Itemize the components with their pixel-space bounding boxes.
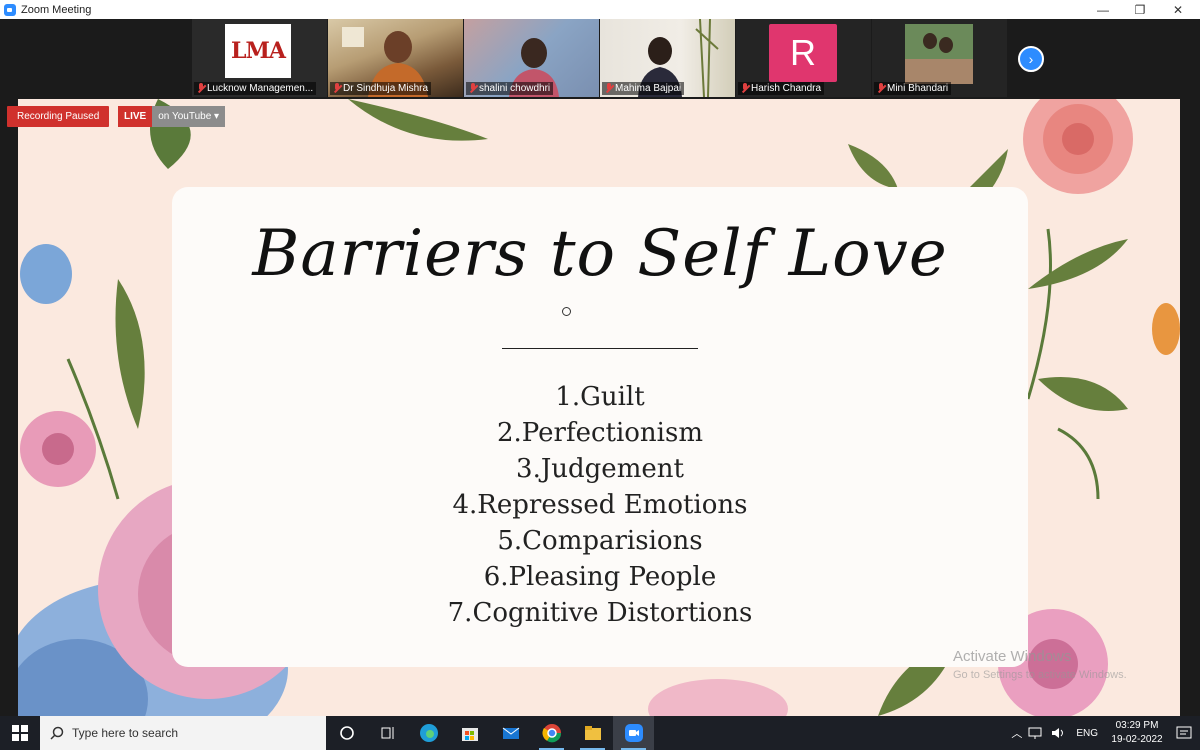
system-tray: ︿ ENG 03:29 PM 19-02-2022 xyxy=(1011,716,1200,750)
start-button[interactable] xyxy=(0,716,40,750)
taskbar-app-zoom[interactable] xyxy=(613,716,654,750)
taskbar-app-store[interactable] xyxy=(449,716,490,750)
clock-date: 19-02-2022 xyxy=(1111,734,1163,745)
mic-muted-icon xyxy=(605,83,613,94)
language-indicator[interactable]: ENG xyxy=(1076,728,1098,739)
cortana-icon xyxy=(339,726,354,740)
zoom-logo-icon xyxy=(4,3,16,16)
zoom-icon xyxy=(624,724,643,742)
list-item: 6.Pleasing People xyxy=(483,562,717,592)
list-item: 4.Repressed Emotions xyxy=(452,490,748,520)
search-icon xyxy=(50,726,64,740)
participant-name: Dr Sindhuja Mishra xyxy=(330,82,432,95)
taskbar-app-mail[interactable] xyxy=(490,716,531,750)
slide-panel: Barriers to Self Love 1.Guilt 2.Perfecti… xyxy=(172,187,1028,667)
list-item: 5.Comparisions xyxy=(497,526,703,556)
chrome-icon xyxy=(541,724,561,743)
close-button[interactable]: ✕ xyxy=(1160,0,1196,19)
meeting-area: LMA Lucknow Managemen... Dr Sindhuja Mis… xyxy=(0,19,1200,716)
restore-button[interactable]: ❐ xyxy=(1122,0,1158,19)
mic-muted-icon xyxy=(469,83,477,94)
mic-muted-icon xyxy=(197,83,205,94)
participant-tile[interactable]: Mahima Bajpai xyxy=(600,19,735,97)
participant-name-text: Mahima Bajpai xyxy=(615,83,682,94)
participant-name-text: shalini chowdhri xyxy=(479,83,551,94)
participant-name-text: Lucknow Managemen... xyxy=(207,83,314,94)
task-view-icon xyxy=(381,727,393,739)
list-item: 7.Cognitive Distortions xyxy=(447,598,753,628)
mic-muted-icon xyxy=(333,83,341,94)
store-icon xyxy=(461,728,478,741)
participant-name: shalini chowdhri xyxy=(466,82,554,95)
windows-logo-icon xyxy=(12,725,28,741)
participant-tile[interactable]: LMA Lucknow Managemen... xyxy=(192,19,327,97)
title-divider xyxy=(502,348,698,349)
window-title: Zoom Meeting xyxy=(21,3,92,16)
zoom-window: Zoom Meeting — ❐ ✕ LMA Lucknow Managemen… xyxy=(0,0,1200,750)
gallery-strip: LMA Lucknow Managemen... Dr Sindhuja Mis… xyxy=(192,19,1008,99)
list-item: 2.Perfectionism xyxy=(497,418,703,448)
participant-name: Mahima Bajpai xyxy=(602,82,685,95)
platform-text: on YouTube xyxy=(158,111,212,122)
activate-windows-subtext: Go to Settings to activate Windows. xyxy=(953,669,1127,681)
recording-status-badge[interactable]: Recording Paused xyxy=(7,106,110,127)
barrier-list: 1.Guilt 2.Perfectionism 3.Judgement 4.Re… xyxy=(172,379,1028,631)
minimize-button[interactable]: — xyxy=(1085,0,1121,19)
lma-logo: LMA xyxy=(225,24,291,78)
mouse-cursor-icon xyxy=(562,307,571,316)
mic-muted-icon xyxy=(877,83,885,94)
gallery-next-button[interactable]: › xyxy=(1018,46,1044,72)
title-bar: Zoom Meeting — ❐ ✕ xyxy=(0,0,1200,19)
taskbar-clock[interactable]: 03:29 PM 19-02-2022 xyxy=(1106,719,1168,747)
participant-tile[interactable]: R Harish Chandra xyxy=(736,19,871,97)
participant-name-text: Harish Chandra xyxy=(751,83,822,94)
chevron-down-icon: ▾ xyxy=(214,111,220,122)
list-item: 3.Judgement xyxy=(516,454,684,484)
chevron-up-icon[interactable]: ︿ xyxy=(1011,725,1022,741)
activate-windows-watermark: Activate Windows xyxy=(953,648,1072,665)
live-stream-badge[interactable]: LIVE on YouTube ▾ xyxy=(118,106,226,127)
mic-muted-icon xyxy=(741,83,749,94)
notification-icon[interactable] xyxy=(1168,725,1200,741)
participant-tile[interactable]: Mini Bhandari xyxy=(872,19,1007,97)
volume-icon[interactable] xyxy=(1050,726,1066,740)
avatar: R xyxy=(769,24,837,82)
windows-taskbar: Type here to search ︿ ENG 03:29 PM 19-02… xyxy=(0,716,1200,750)
participant-name: Mini Bhandari xyxy=(874,82,952,95)
taskbar-search-box[interactable]: Type here to search xyxy=(40,716,326,750)
shared-screen: Barriers to Self Love 1.Guilt 2.Perfecti… xyxy=(18,99,1180,716)
lma-logo-text: LMA xyxy=(231,38,286,64)
participant-name: Harish Chandra xyxy=(738,82,825,95)
task-view-button[interactable] xyxy=(367,716,408,750)
taskbar-app-chrome[interactable] xyxy=(531,716,572,750)
search-placeholder: Type here to search xyxy=(72,726,179,740)
participant-name: Lucknow Managemen... xyxy=(194,82,317,95)
participant-name-text: Dr Sindhuja Mishra xyxy=(343,83,429,94)
list-item: 1.Guilt xyxy=(555,382,645,412)
participant-name-text: Mini Bhandari xyxy=(887,83,949,94)
folder-icon xyxy=(584,726,601,740)
network-icon[interactable] xyxy=(1028,726,1044,740)
live-platform-label[interactable]: on YouTube ▾ xyxy=(152,106,226,127)
participant-tile-active[interactable]: Dr Sindhuja Mishra xyxy=(328,19,463,97)
taskbar-app-edge[interactable] xyxy=(408,716,449,750)
cortana-button[interactable] xyxy=(326,716,367,750)
clock-time: 03:29 PM xyxy=(1115,720,1159,731)
participant-tile[interactable]: shalini chowdhri xyxy=(464,19,599,97)
live-label: LIVE xyxy=(118,106,153,127)
slide-title: Barriers to Self Love xyxy=(252,217,948,291)
mail-icon xyxy=(502,727,519,739)
edge-icon xyxy=(419,724,438,742)
taskbar-app-explorer[interactable] xyxy=(572,716,613,750)
